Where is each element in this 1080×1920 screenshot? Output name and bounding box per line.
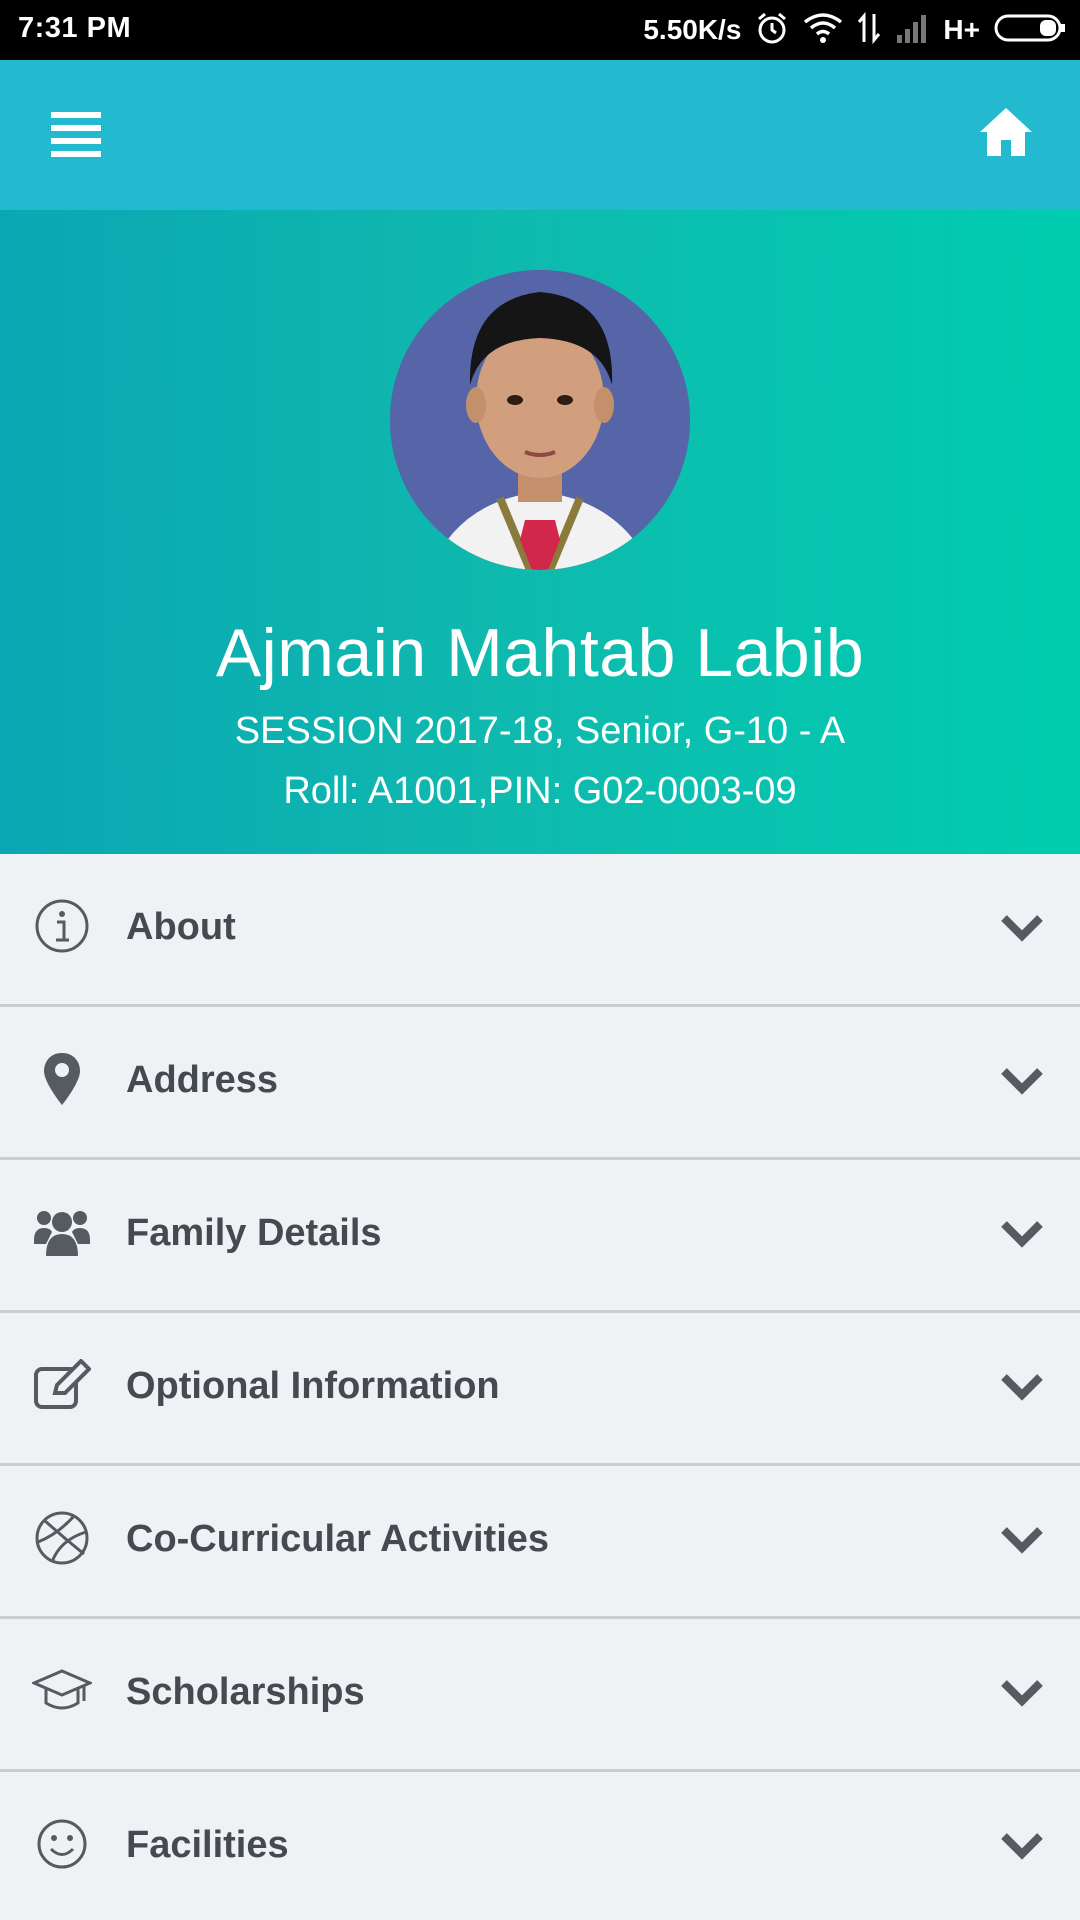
section-about[interactable]: About bbox=[0, 854, 1080, 1007]
section-address[interactable]: Address bbox=[0, 1007, 1080, 1160]
edit-icon bbox=[30, 1353, 94, 1417]
app-bar bbox=[0, 60, 1080, 210]
section-label: Co-Curricular Activities bbox=[126, 1518, 550, 1560]
menu-icon[interactable] bbox=[44, 102, 108, 166]
smile-icon bbox=[30, 1812, 94, 1876]
section-label: Optional Information bbox=[126, 1365, 500, 1407]
net-speed: 5.50K/s bbox=[643, 14, 742, 45]
battery-icon bbox=[994, 13, 1066, 48]
section-optional-information[interactable]: Optional Information bbox=[0, 1313, 1080, 1466]
status-bar: 7:31 PM 5.50K/s H+ bbox=[0, 0, 1080, 60]
chevron-down-icon bbox=[1001, 915, 1043, 942]
chevron-down-icon bbox=[1001, 1833, 1043, 1860]
map-pin-icon bbox=[30, 1047, 94, 1111]
profile-sections: About Address Family Details Optional In… bbox=[0, 854, 1080, 1920]
chevron-down-icon bbox=[1001, 1680, 1043, 1707]
chevron-down-icon bbox=[1001, 1527, 1043, 1554]
section-label: Family Details bbox=[126, 1212, 382, 1254]
alarm-icon bbox=[755, 11, 789, 50]
users-icon bbox=[30, 1200, 94, 1264]
section-label: About bbox=[126, 906, 236, 948]
section-label: Address bbox=[126, 1059, 279, 1101]
status-time: 7:31 PM bbox=[18, 12, 132, 44]
data-transfer-icon bbox=[857, 11, 881, 49]
chevron-down-icon bbox=[1001, 1374, 1043, 1401]
basketball-icon bbox=[30, 1506, 94, 1570]
section-co-curricular-activities[interactable]: Co-Curricular Activities bbox=[0, 1466, 1080, 1619]
student-name: Ajmain Mahtab Labib bbox=[215, 615, 865, 691]
graduation-cap-icon bbox=[30, 1659, 94, 1723]
section-label: Facilities bbox=[126, 1824, 289, 1866]
chevron-down-icon bbox=[1001, 1068, 1043, 1095]
home-icon[interactable] bbox=[972, 98, 1040, 166]
avatar[interactable] bbox=[390, 270, 690, 570]
chevron-down-icon bbox=[1001, 1221, 1043, 1248]
section-scholarships[interactable]: Scholarships bbox=[0, 1619, 1080, 1772]
info-icon bbox=[30, 894, 94, 958]
section-label: Scholarships bbox=[126, 1671, 365, 1713]
section-family-details[interactable]: Family Details bbox=[0, 1160, 1080, 1313]
roll-pin: Roll: A1001,PIN: G02-0003-09 bbox=[283, 770, 797, 812]
section-facilities[interactable]: Facilities bbox=[0, 1772, 1080, 1920]
session-info: SESSION 2017-18, Senior, G-10 - A bbox=[234, 710, 846, 752]
signal-icon bbox=[895, 13, 929, 48]
status-icons: 5.50K/s H+ bbox=[643, 9, 1066, 51]
wifi-icon bbox=[803, 12, 843, 49]
profile-header: Ajmain Mahtab Labib SESSION 2017-18, Sen… bbox=[0, 210, 1080, 854]
network-type: H+ bbox=[943, 14, 980, 45]
